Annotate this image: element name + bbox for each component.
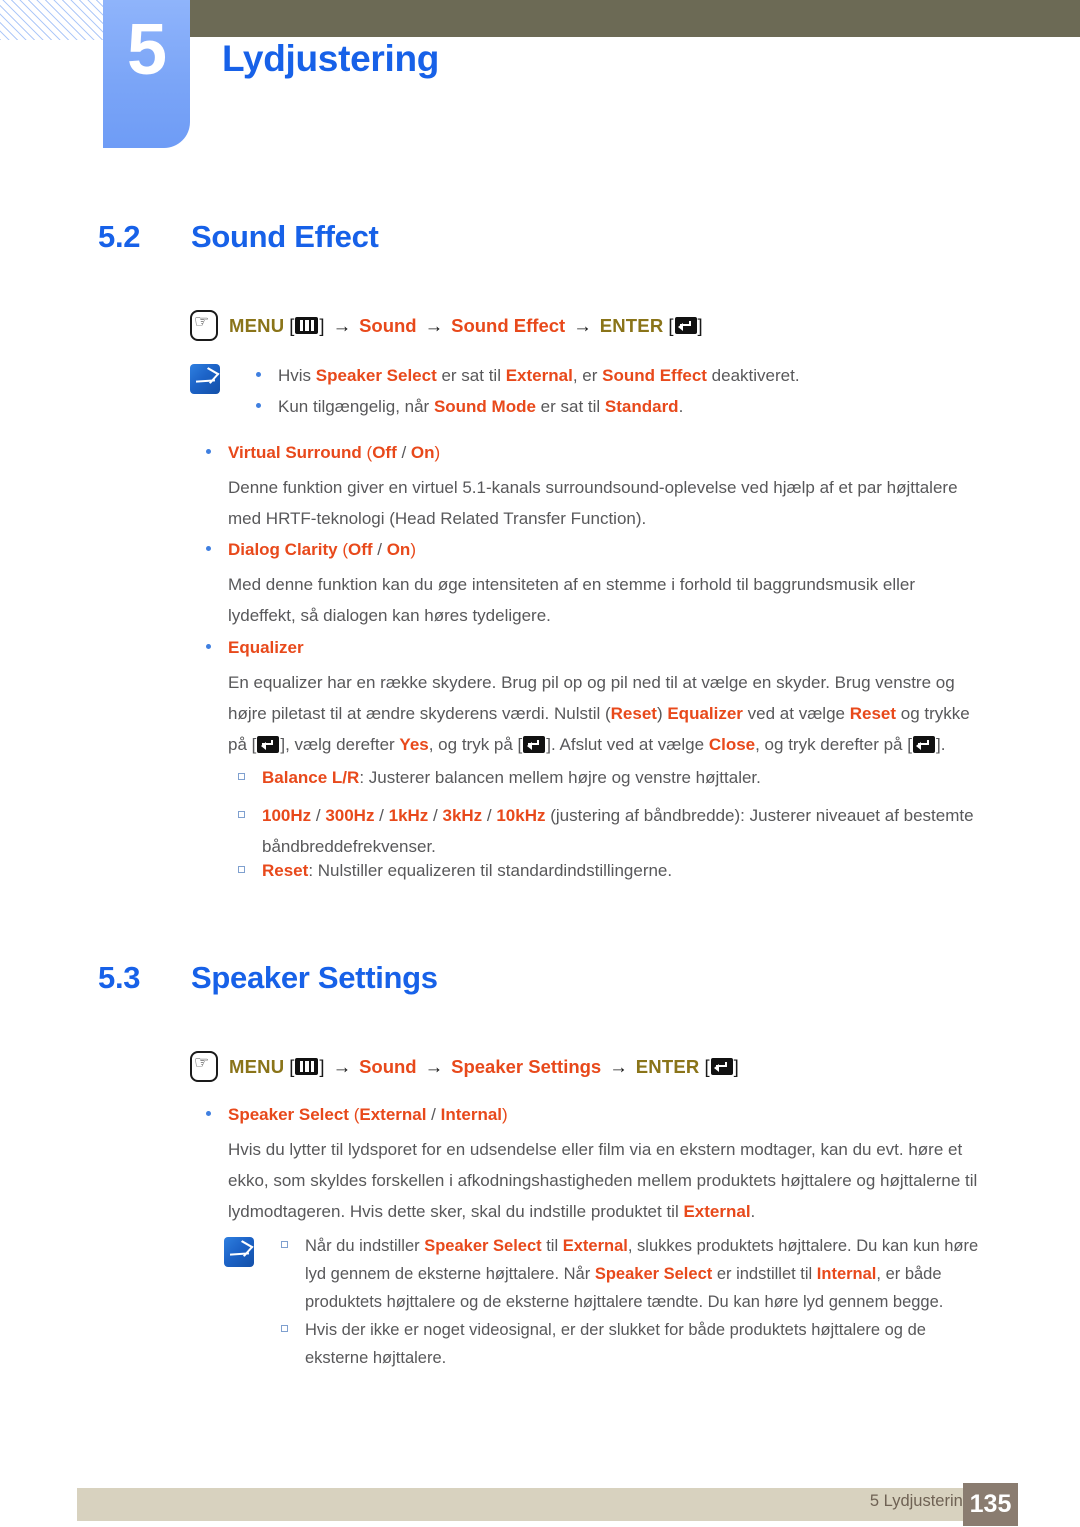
- bullet-dot-icon: [256, 403, 261, 408]
- list-item: Reset: Nulstiller equalizeren til standa…: [238, 855, 1032, 886]
- dialog-clarity-body: Med denne funktion kan du øge intensitet…: [228, 569, 1018, 631]
- dialog-clarity-block: Dialog Clarity (Off / On): [206, 534, 1018, 565]
- virtual-surround-body: Denne funktion giver en virtuel 5.1-kana…: [228, 472, 1018, 534]
- enter-label: ENTER: [599, 314, 664, 336]
- paragraph-line: lydmodtageren. Hvis dette sker, skal du …: [228, 1202, 756, 1221]
- section-number: 5.2: [98, 219, 141, 254]
- note-item: Hvis Speaker Select er sat til External,…: [256, 360, 1038, 391]
- bullet-dot-icon: [206, 546, 211, 551]
- paragraph-line: lydeffekt, så dialogen kan høres tydelig…: [228, 606, 551, 625]
- bracket-close: ]: [733, 1055, 739, 1077]
- menu-path-item-sound: Sound: [359, 1055, 417, 1077]
- speaker-select-block: Speaker Select (External / Internal): [206, 1099, 1028, 1130]
- bullet-square-icon: [281, 1241, 288, 1248]
- enter-key-icon: [523, 736, 546, 753]
- section-heading-5-3: 5.3 Speaker Settings: [98, 960, 438, 996]
- paragraph-line: højre piletast til at ændre skyderens væ…: [228, 704, 970, 723]
- note-block-sound-effect: Hvis Speaker Select er sat til External,…: [256, 360, 1038, 422]
- bracket-open: [: [668, 314, 674, 336]
- feature-heading-virtual-surround: Virtual Surround (Off / On): [206, 437, 1018, 468]
- button-press-icon: ☞: [190, 1051, 218, 1082]
- paragraph-line: på [], vælg derefter Yes, og tryk på [].…: [228, 735, 946, 754]
- path-arrow-icon: →: [424, 1055, 444, 1077]
- bracket-close: ]: [319, 314, 325, 336]
- menu-key-icon: [295, 1058, 319, 1075]
- paragraph-line: produktets højttalere og de eksterne høj…: [305, 1293, 944, 1311]
- menu-path-item-sound: Sound: [359, 314, 417, 336]
- note-pencil-icon: [190, 364, 220, 394]
- equalizer-sub-bands: 100Hz / 300Hz / 1kHz / 3kHz / 10kHz (jus…: [238, 800, 1032, 862]
- note-item: Når du indstiller Speaker Select til Ext…: [281, 1232, 1035, 1260]
- menu-label: MENU: [229, 314, 285, 336]
- chapter-number-block: 5: [103, 0, 190, 148]
- bullet-dot-icon: [206, 644, 211, 649]
- path-arrow-icon: →: [424, 314, 444, 336]
- list-item: 100Hz / 300Hz / 1kHz / 3kHz / 10kHz (jus…: [238, 800, 1032, 831]
- section-title: Sound Effect: [191, 219, 379, 254]
- paragraph-line: med HRTF-teknologi (Head Related Transfe…: [228, 509, 647, 528]
- bullet-dot-icon: [256, 372, 261, 377]
- bracket-open: [: [289, 1055, 295, 1077]
- paragraph-line: Denne funktion giver en virtuel 5.1-kana…: [228, 478, 958, 497]
- note-pencil-icon: [224, 1237, 254, 1267]
- path-arrow-icon: →: [609, 1055, 628, 1077]
- paragraph-line: En equalizer har en række skydere. Brug …: [228, 673, 955, 692]
- bullet-dot-icon: [206, 1111, 211, 1116]
- path-arrow-icon: →: [332, 1055, 352, 1077]
- bullet-square-icon: [281, 1325, 288, 1332]
- chapter-number: 5: [126, 10, 167, 90]
- paragraph-line: ekko, som skyldes forskellen i afkodning…: [228, 1171, 978, 1190]
- enter-key-icon: [912, 736, 935, 753]
- menu-key-icon: [295, 317, 319, 334]
- chapter-title: Lydjustering: [222, 38, 440, 79]
- enter-key-icon: [710, 1058, 733, 1075]
- equalizer-sub-list: Balance L/R: Justerer balancen mellem hø…: [238, 762, 1032, 793]
- note-item: Kun tilgængelig, når Sound Mode er sat t…: [256, 391, 1038, 422]
- menu-path-sound-effect: ☞ MENU [ ] → Sound → Sound Effect → ENTE…: [190, 310, 703, 341]
- bracket-close: ]: [697, 314, 703, 336]
- path-arrow-icon: →: [332, 314, 352, 336]
- enter-label: ENTER: [635, 1055, 700, 1077]
- bracket-open: [: [704, 1055, 710, 1077]
- menu-path-item-sound-effect: Sound Effect: [451, 314, 566, 336]
- feature-heading-dialog-clarity: Dialog Clarity (Off / On): [206, 534, 1018, 565]
- paragraph-line: eksterne højttalere.: [305, 1349, 447, 1367]
- paragraph-line: Hvis du lytter til lydsporet for en udse…: [228, 1140, 963, 1159]
- path-arrow-icon: →: [573, 314, 592, 336]
- footer-chapter-label: 5 Lydjustering: [869, 1492, 972, 1510]
- virtual-surround-block: Virtual Surround (Off / On): [206, 437, 1018, 468]
- menu-label: MENU: [229, 1055, 285, 1077]
- page-number: 135: [969, 1490, 1012, 1518]
- paragraph-line: lyd gennem de eksterne højttalere. Når S…: [305, 1265, 942, 1283]
- section-heading-5-2: 5.2 Sound Effect: [98, 219, 379, 255]
- decorative-hatch-pattern: [0, 0, 103, 40]
- list-item: Balance L/R: Justerer balancen mellem hø…: [238, 762, 1032, 793]
- header-olive-bar: [190, 0, 1080, 37]
- equalizer-sub-reset: Reset: Nulstiller equalizeren til standa…: [238, 855, 1032, 886]
- bullet-dot-icon: [206, 449, 211, 454]
- enter-key-icon: [257, 736, 280, 753]
- equalizer-block: Equalizer: [206, 632, 1018, 663]
- note-item: Hvis der ikke er noget videosignal, er d…: [281, 1316, 1035, 1344]
- section-title: Speaker Settings: [191, 960, 438, 995]
- section-number: 5.3: [98, 960, 141, 995]
- equalizer-body: En equalizer har en række skydere. Brug …: [228, 667, 1028, 760]
- feature-heading-equalizer: Equalizer: [206, 632, 1018, 663]
- menu-path-item-speaker-settings: Speaker Settings: [451, 1055, 602, 1077]
- bullet-square-icon: [238, 773, 245, 780]
- paragraph-line: Med denne funktion kan du øge intensitet…: [228, 575, 916, 594]
- feature-heading-speaker-select: Speaker Select (External / Internal): [206, 1099, 1028, 1130]
- bullet-square-icon: [238, 811, 245, 818]
- bracket-close: ]: [319, 1055, 325, 1077]
- bracket-open: [: [289, 314, 295, 336]
- enter-key-icon: [674, 317, 697, 334]
- speaker-select-body: Hvis du lytter til lydsporet for en udse…: [228, 1134, 1028, 1227]
- bullet-square-icon: [238, 866, 245, 873]
- button-press-icon: ☞: [190, 310, 218, 341]
- menu-path-speaker-settings: ☞ MENU [ ] → Sound → Speaker Settings → …: [190, 1051, 739, 1082]
- note-block-speaker-select: Når du indstiller Speaker Select til Ext…: [281, 1232, 1035, 1372]
